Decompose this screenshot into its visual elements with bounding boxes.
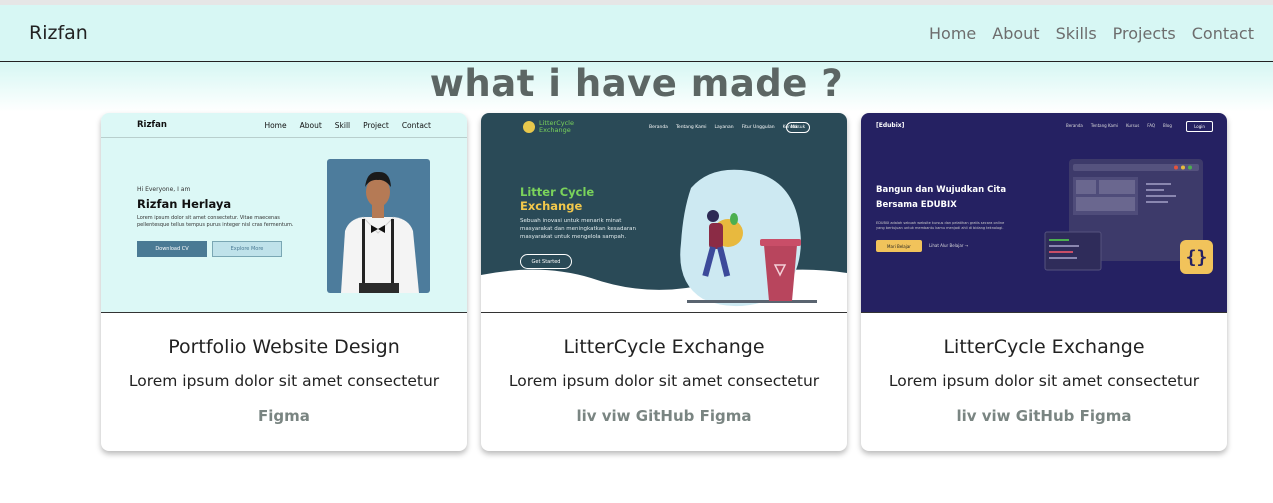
card-description: Lorem ipsum dolor sit amet consectetur [128, 372, 440, 390]
preview-primary-button: Mari Belajar [876, 240, 922, 252]
preview-navbar: LitterCycle Exchange Beranda Tentang Kam… [481, 113, 847, 141]
preview-nav-home: Home [264, 121, 287, 130]
nav-links: Home About Skills Projects Contact [929, 24, 1254, 43]
card-title: Portfolio Website Design [168, 336, 400, 358]
preview-headline: Bangun dan Wujudkan Cita Bersama EDUBIX [876, 185, 1007, 210]
github-link[interactable]: GitHub [1016, 407, 1075, 425]
preview-nav-links: Beranda Tentang Kami Layanan Fitur Unggu… [649, 125, 798, 130]
preview-link-button: Lihat Alur Belajar → [929, 243, 969, 248]
preview-login-button: Login [1186, 121, 1213, 132]
preview-nav-links: Home About Skill Project Contact [264, 121, 431, 130]
preview-name: Rizfan Herlaya [137, 197, 232, 211]
project-card-littercycle: LitterCycle Exchange Beranda Tentang Kam… [481, 113, 847, 451]
project-card-portfolio: Rizfan Home About Skill Project Contact … [101, 113, 467, 451]
preview-nav-project: Project [363, 121, 389, 130]
preview-profile-photo [327, 159, 430, 293]
project-preview-edubix[interactable]: {} [Edubix] Beranda Tentang Kami Kursus … [861, 113, 1227, 313]
preview-logo-icon [523, 121, 535, 133]
project-preview-littercycle[interactable]: LitterCycle Exchange Beranda Tentang Kam… [481, 113, 847, 313]
preview-nav-about: About [299, 121, 322, 130]
preview-download-button: Download CV [137, 241, 207, 257]
card-description: Lorem ipsum dolor sit amet consectetur [508, 372, 820, 390]
github-link[interactable]: GitHub [636, 407, 695, 425]
figma-link[interactable]: Figma [700, 407, 752, 425]
preview-logo-text: LitterCycle Exchange [539, 119, 574, 134]
preview-description: EDUBIX adalah sebuah website kursus dan … [876, 221, 1005, 230]
figma-link[interactable]: Figma [258, 407, 310, 425]
preview-nav-beranda: Beranda [649, 125, 668, 130]
preview-nav-layanan: Layanan [714, 125, 734, 130]
preview-nav-kursus: Kursus [1125, 123, 1140, 128]
svg-text:{}: {} [1186, 247, 1208, 268]
preview-navbar: Rizfan Home About Skill Project Contact [101, 113, 467, 138]
preview-mockup-art: {} [1044, 159, 1213, 274]
figma-link[interactable]: Figma [1080, 407, 1132, 425]
preview-explore-button: Explore More [212, 241, 282, 257]
nav-link-home[interactable]: Home [929, 24, 976, 43]
preview-lorem: Lorem ipsum dolor sit amet consectetur. … [137, 215, 294, 228]
live-view-link[interactable]: liv viw [956, 407, 1010, 425]
preview-brand: Rizfan [137, 120, 167, 130]
project-card-edubix: {} [Edubix] Beranda Tentang Kami Kursus … [861, 113, 1227, 451]
preview-nav-blog: Blog [1163, 123, 1172, 128]
card-title: LitterCycle Exchange [563, 336, 765, 358]
preview-nav-tentang: Tentang Kami [1090, 123, 1118, 128]
section-title: what i have made ? [429, 62, 844, 105]
preview-nav-contact: Contact [401, 121, 431, 130]
preview-nav-faq: FAQ [1147, 123, 1156, 128]
card-links: Figma [101, 407, 467, 425]
card-links: liv viw GitHub Figma [861, 407, 1227, 425]
preview-greeting: Hi Everyone, I am [137, 186, 191, 193]
preview-get-started-button: Get Started [520, 254, 572, 269]
card-body: LitterCycle Exchange Lorem ipsum dolor s… [861, 313, 1227, 425]
preview-headline: Litter Cycle Exchange [520, 185, 595, 213]
nav-link-about[interactable]: About [992, 24, 1039, 43]
preview-masuk-button: Masuk [786, 122, 810, 133]
live-view-link[interactable]: liv viw [576, 407, 630, 425]
card-body: Portfolio Website Design Lorem ipsum dol… [101, 313, 467, 425]
card-body: LitterCycle Exchange Lorem ipsum dolor s… [481, 313, 847, 425]
card-description: Lorem ipsum dolor sit amet consectetur [888, 372, 1200, 390]
nav-link-skills[interactable]: Skills [1056, 24, 1097, 43]
preview-nav-tentang: Tentang Kami [675, 125, 707, 130]
nav-link-contact[interactable]: Contact [1192, 24, 1254, 43]
navbar: Rizfan Home About Skills Projects Contac… [0, 5, 1273, 62]
preview-brand: [Edubix] [876, 122, 905, 129]
preview-nav-beranda: Beranda [1066, 123, 1083, 128]
preview-description: Sebuah inovasi untuk menarik minat masya… [520, 218, 636, 240]
brand-logo[interactable]: Rizfan [29, 22, 88, 44]
preview-nav-skill: Skill [334, 121, 351, 130]
preview-nav-fitur: Fitur Unggulan [741, 125, 775, 130]
card-links: liv viw GitHub Figma [481, 407, 847, 425]
card-title: LitterCycle Exchange [943, 336, 1145, 358]
nav-link-projects[interactable]: Projects [1113, 24, 1176, 43]
project-preview-portfolio[interactable]: Rizfan Home About Skill Project Contact … [101, 113, 467, 313]
preview-background-wave [481, 169, 847, 312]
preview-nav-links: Beranda Tentang Kami Kursus FAQ Blog [1066, 123, 1172, 128]
